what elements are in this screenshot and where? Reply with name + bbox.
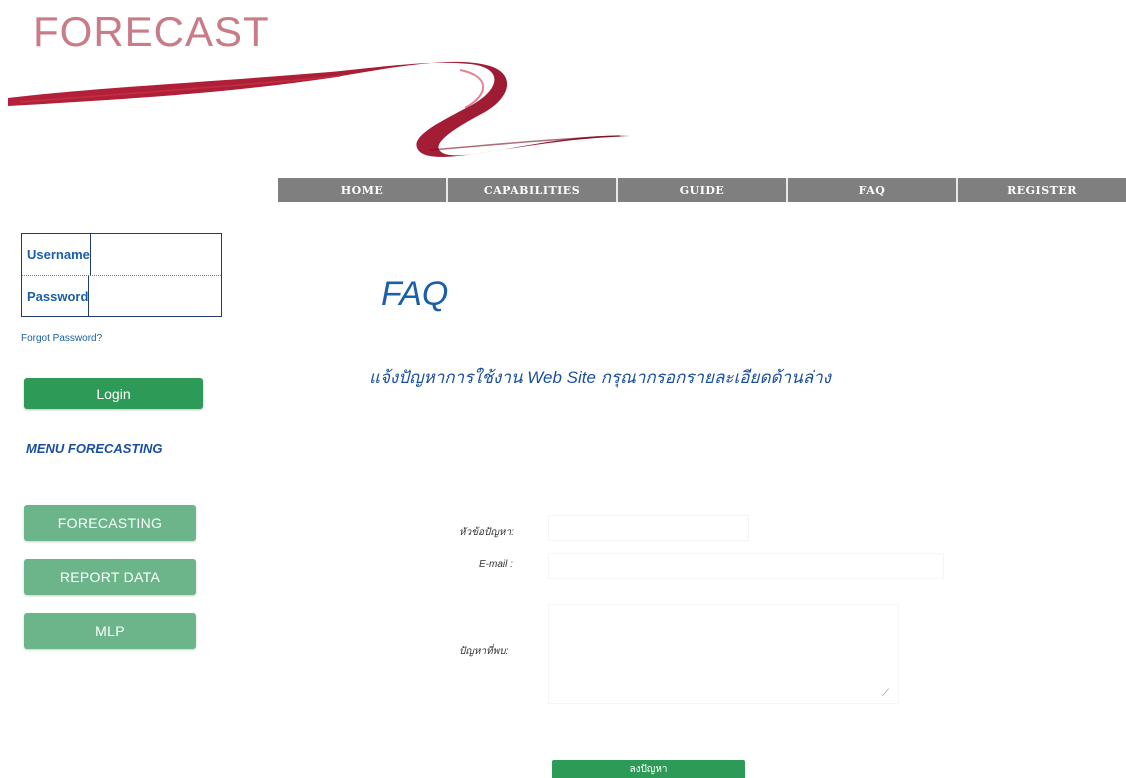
- password-input[interactable]: [89, 276, 274, 317]
- login-button[interactable]: Login: [24, 378, 203, 409]
- resize-grip-icon[interactable]: ⟋: [882, 688, 889, 699]
- page-title: FAQ: [381, 275, 449, 313]
- logo-text: FORECAST: [33, 8, 270, 55]
- username-label: Username: [22, 234, 91, 275]
- mlp-button[interactable]: MLP: [24, 613, 196, 649]
- nav-item-capabilities[interactable]: CAPABILITIES: [448, 178, 618, 202]
- password-label: Password: [22, 276, 90, 317]
- nav-item-home[interactable]: HOME: [278, 178, 448, 202]
- subject-input[interactable]: [548, 515, 749, 541]
- submit-problem-button[interactable]: ลงปัญหา: [552, 760, 745, 778]
- password-row: Password: [22, 275, 274, 317]
- forgot-password-link[interactable]: Forgot Password?: [21, 333, 102, 344]
- login-form: Username Password: [21, 233, 275, 317]
- menu-title: MENU FORECASTING: [26, 441, 163, 456]
- username-row: Username: [22, 234, 275, 275]
- report-data-button[interactable]: REPORT DATA: [24, 559, 196, 595]
- page-subtitle: แจ้งปัญหาการใช้งาน Web Site กรุณากรอกราย…: [369, 368, 831, 387]
- username-input[interactable]: [90, 234, 275, 275]
- subject-label: หัวข้อปัญหา:: [459, 527, 514, 538]
- brush-stroke-logo: [8, 61, 630, 157]
- forecasting-button[interactable]: FORECASTING: [24, 505, 196, 541]
- problem-textarea[interactable]: [548, 604, 899, 704]
- nav-item-register[interactable]: REGISTER: [958, 178, 1126, 202]
- main-nav: HOME CAPABILITIES GUIDE FAQ REGISTER: [278, 178, 1126, 202]
- email-input[interactable]: [548, 553, 944, 579]
- email-label: E-mail :: [479, 559, 513, 570]
- problem-label: ปัญหาที่พบ:: [459, 646, 509, 657]
- nav-item-faq[interactable]: FAQ: [788, 178, 958, 202]
- nav-item-guide[interactable]: GUIDE: [618, 178, 788, 202]
